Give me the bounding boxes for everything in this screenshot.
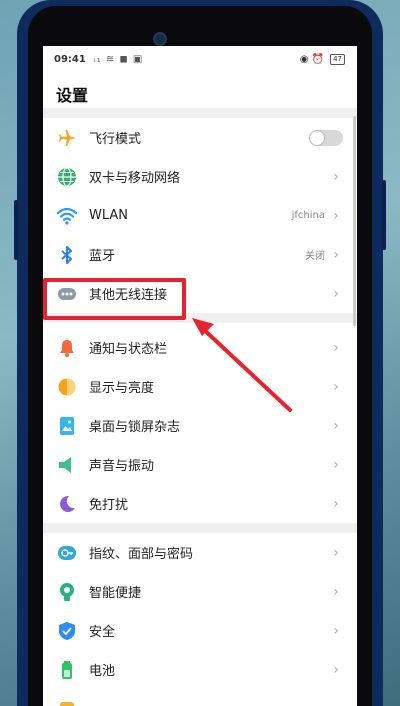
annotation-arrow: [192, 318, 292, 412]
